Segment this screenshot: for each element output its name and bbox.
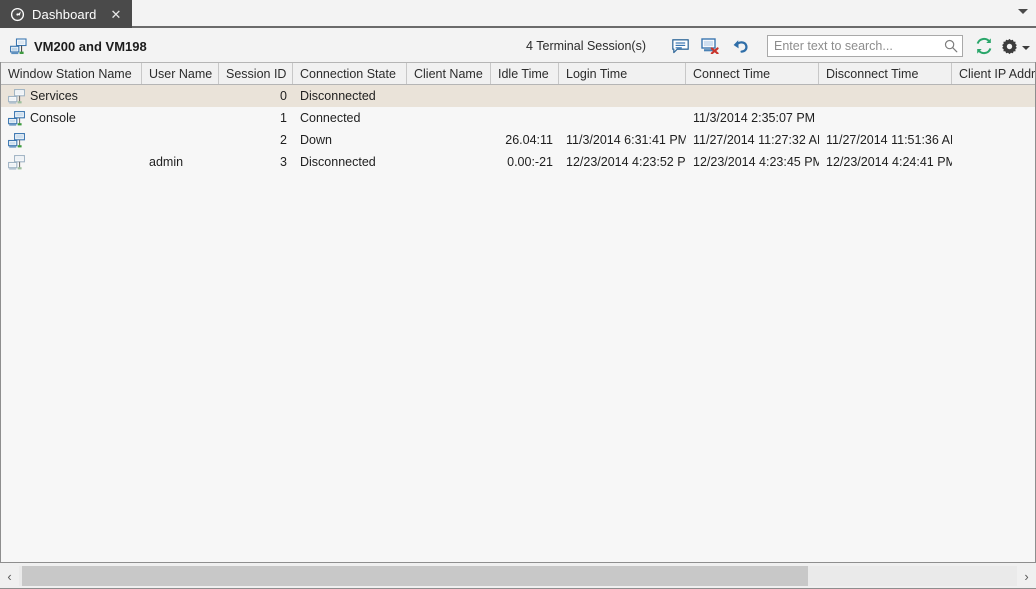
column-header-user-name[interactable]: User Name bbox=[142, 63, 219, 84]
computer-network-icon-active bbox=[8, 110, 25, 126]
cell-session-id: 2 bbox=[280, 133, 287, 147]
grid-rows: Services 0 Disconnected Console 1 Connected 11… bbox=[1, 85, 1035, 173]
cell-session-id: 3 bbox=[280, 155, 287, 169]
cell-user-name: admin bbox=[149, 155, 184, 169]
cell-client-name bbox=[407, 85, 491, 107]
column-header-login-time[interactable]: Login Time bbox=[559, 63, 686, 84]
cell-disconnect-time bbox=[819, 107, 952, 129]
cell-login-time: 12/23/2014 4:23:52 PM bbox=[566, 155, 686, 169]
gear-icon bbox=[1001, 38, 1017, 54]
cell-user-name bbox=[142, 107, 219, 129]
reset-session-button[interactable] bbox=[728, 35, 752, 57]
horizontal-scrollbar[interactable]: ‹ › bbox=[0, 562, 1036, 589]
table-row[interactable]: admin 3 Disconnected 0.00:-21 12/23/2014 4:2… bbox=[1, 151, 1035, 173]
toolbar: VM200 and VM198 4 Terminal Session(s) bbox=[0, 30, 1036, 62]
disconnect-session-button[interactable] bbox=[698, 35, 722, 57]
send-message-button[interactable] bbox=[668, 35, 692, 57]
message-bubble-icon bbox=[671, 38, 689, 53]
search-input[interactable] bbox=[767, 35, 963, 57]
refresh-button[interactable] bbox=[973, 35, 995, 57]
cell-window-station-name: Services bbox=[1, 85, 142, 107]
cell-connect-time bbox=[686, 85, 819, 107]
cell-connection-state: Disconnected bbox=[300, 155, 376, 169]
cell-client-name bbox=[407, 107, 491, 129]
cell-idle-time: 0.00:-21 bbox=[507, 155, 553, 169]
table-row[interactable]: 2 Down 26.04:11 11/3/2014 6:31:41 PM 11/27/2… bbox=[1, 129, 1035, 151]
scroll-right-arrow-icon[interactable]: › bbox=[1017, 566, 1036, 586]
cell-idle-time bbox=[491, 107, 559, 129]
cell-client-ip-address bbox=[952, 107, 1035, 129]
cell-connect-time: 11/27/2014 11:27:32 AM bbox=[693, 133, 819, 147]
dashboard-gauge-icon bbox=[10, 7, 25, 21]
toolbar-title: VM200 and VM198 bbox=[34, 38, 147, 54]
computer-disconnect-icon bbox=[701, 38, 719, 54]
cell-client-ip-address bbox=[952, 85, 1035, 107]
cell-disconnect-time: 12/23/2014 4:24:41 PM bbox=[826, 155, 952, 169]
cell-session-id: 1 bbox=[280, 111, 287, 125]
column-header-client-name[interactable]: Client Name bbox=[407, 63, 491, 84]
cell-client-name bbox=[407, 129, 491, 151]
column-header-connection-state[interactable]: Connection State bbox=[293, 63, 407, 84]
cell-login-time: 11/3/2014 6:31:41 PM bbox=[566, 133, 686, 147]
cell-window-station-name bbox=[1, 151, 142, 173]
session-count-label: 4 Terminal Session(s) bbox=[526, 39, 646, 53]
refresh-circular-arrows-icon bbox=[976, 37, 992, 55]
settings-button[interactable] bbox=[999, 35, 1019, 57]
undo-arrow-icon bbox=[733, 40, 748, 53]
computer-network-icon-inactive bbox=[8, 88, 25, 104]
scrollbar-track[interactable] bbox=[19, 566, 1017, 586]
cell-text: Console bbox=[30, 111, 76, 125]
cell-connection-state: Down bbox=[300, 133, 332, 147]
cell-connection-state: Disconnected bbox=[300, 89, 376, 103]
tab-label: Dashboard bbox=[32, 6, 97, 22]
column-header-client-ip-address[interactable]: Client IP Address bbox=[952, 63, 1035, 84]
cell-window-station-name bbox=[1, 129, 142, 151]
cell-idle-time: 26.04:11 bbox=[505, 133, 553, 147]
grid-column-headers: Window Station Name User Name Session ID Co… bbox=[1, 62, 1035, 85]
cell-disconnect-time: 11/27/2014 11:51:36 AM bbox=[826, 133, 952, 147]
settings-caret-down-icon[interactable] bbox=[1022, 46, 1030, 50]
scroll-left-arrow-icon[interactable]: ‹ bbox=[0, 566, 19, 586]
column-header-connect-time[interactable]: Connect Time bbox=[686, 63, 819, 84]
cell-login-time bbox=[559, 85, 686, 107]
toolbar-title-group: VM200 and VM198 bbox=[10, 37, 147, 55]
computer-network-icon-inactive bbox=[8, 154, 25, 170]
tab-dashboard[interactable]: Dashboard ✕ bbox=[0, 0, 132, 28]
cell-window-station-name: Console bbox=[1, 107, 142, 129]
table-row[interactable]: Console 1 Connected 11/3/2014 2:35:07 PM bbox=[1, 107, 1035, 129]
terminal-sessions-window: Dashboard ✕ VM200 and VM198 4 Terminal S… bbox=[0, 0, 1036, 589]
search-field-wrapper bbox=[767, 35, 963, 57]
column-header-disconnect-time[interactable]: Disconnect Time bbox=[819, 63, 952, 84]
tab-close-icon[interactable]: ✕ bbox=[110, 8, 123, 21]
tab-strip: Dashboard ✕ bbox=[0, 0, 1036, 28]
cell-client-ip-address bbox=[952, 129, 1035, 151]
computer-network-icon-active bbox=[8, 132, 25, 148]
cell-connect-time: 12/23/2014 4:23:45 PM bbox=[693, 155, 819, 169]
cell-login-time bbox=[559, 107, 686, 129]
table-row[interactable]: Services 0 Disconnected bbox=[1, 85, 1035, 107]
scrollbar-thumb[interactable] bbox=[22, 566, 808, 586]
cell-user-name bbox=[142, 129, 219, 151]
cell-text: Services bbox=[30, 89, 78, 103]
cell-user-name bbox=[142, 85, 219, 107]
cell-disconnect-time bbox=[819, 85, 952, 107]
cell-connect-time: 11/3/2014 2:35:07 PM bbox=[693, 111, 816, 125]
column-header-session-id[interactable]: Session ID bbox=[219, 63, 293, 84]
cell-idle-time bbox=[491, 85, 559, 107]
tab-overflow-chevron-down-icon[interactable] bbox=[1018, 9, 1028, 14]
cell-session-id: 0 bbox=[280, 89, 287, 103]
cell-connection-state: Connected bbox=[300, 111, 361, 125]
cell-client-name bbox=[407, 151, 491, 173]
column-header-idle-time[interactable]: Idle Time bbox=[491, 63, 559, 84]
computer-network-icon bbox=[10, 37, 27, 54]
cell-client-ip-address bbox=[952, 151, 1035, 173]
column-header-window-station-name[interactable]: Window Station Name bbox=[1, 63, 142, 84]
sessions-grid: Window Station Name User Name Session ID Co… bbox=[0, 62, 1036, 562]
